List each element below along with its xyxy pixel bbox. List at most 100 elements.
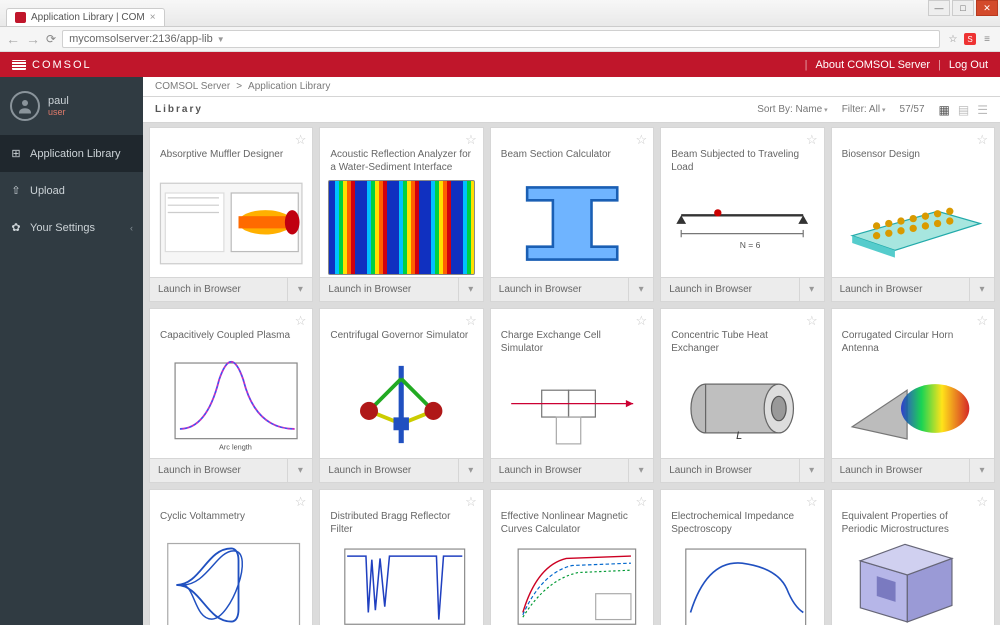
card-grid: ☆ Absorptive Muffler Designer Launch in …	[149, 127, 995, 625]
logo-icon	[12, 60, 26, 70]
launch-button[interactable]: Launch in Browser	[832, 277, 970, 301]
launch-button[interactable]: Launch in Browser	[832, 458, 970, 482]
launch-button[interactable]: Launch in Browser	[661, 458, 799, 482]
card-menu-icon[interactable]: ▾	[288, 458, 312, 482]
card-title: Acoustic Reflection Analyzer for a Water…	[320, 128, 482, 178]
card-menu-icon[interactable]: ▾	[800, 277, 824, 301]
launch-button[interactable]: Launch in Browser	[320, 277, 458, 301]
breadcrumb: COMSOL Server > Application Library	[143, 77, 1000, 97]
avatar	[10, 91, 40, 121]
url-dropdown-icon[interactable]: ▼	[217, 35, 225, 44]
forward-icon: →	[26, 31, 40, 47]
launch-button[interactable]: Launch in Browser	[150, 458, 288, 482]
launch-button[interactable]: Launch in Browser	[491, 458, 629, 482]
window-minimize-icon[interactable]: —	[928, 0, 950, 16]
favorite-icon[interactable]: ☆	[465, 313, 477, 329]
svg-text:Arc length: Arc length	[219, 443, 252, 452]
card-menu-icon[interactable]: ▾	[459, 458, 483, 482]
card-title: Electrochemical Impedance Spectroscopy	[661, 490, 823, 540]
sidebar-item-your-settings[interactable]: ✿ Your Settings ‹	[0, 209, 143, 246]
card-menu-icon[interactable]: ▾	[800, 458, 824, 482]
card-thumbnail[interactable]: N = 6	[661, 178, 823, 277]
launch-button[interactable]: Launch in Browser	[320, 458, 458, 482]
sidebar-item-application-library[interactable]: ⊞ Application Library	[0, 135, 143, 172]
card-thumbnail[interactable]	[150, 532, 312, 625]
card-menu-icon[interactable]: ▾	[970, 458, 994, 482]
extension-icon[interactable]: S	[964, 33, 976, 45]
card-menu-icon[interactable]: ▾	[288, 277, 312, 301]
reload-icon[interactable]: ⟳	[46, 32, 56, 46]
brand-text: COMSOL	[32, 59, 92, 71]
logout-link[interactable]: Log Out	[949, 59, 988, 71]
menu-icon[interactable]: ≡	[980, 32, 994, 46]
launch-button[interactable]: Launch in Browser	[661, 277, 799, 301]
app-card: ☆ Acoustic Reflection Analyzer for a Wat…	[319, 127, 483, 302]
url-input[interactable]: mycomsolserver:2136/app-lib ▼	[62, 30, 940, 48]
card-thumbnail[interactable]: L	[661, 359, 823, 458]
card-thumbnail[interactable]	[150, 170, 312, 277]
list-view-icon[interactable]: ☰	[977, 103, 988, 117]
favorite-icon[interactable]: ☆	[465, 132, 477, 148]
gear-icon: ✿	[10, 221, 22, 234]
brand-logo[interactable]: COMSOL	[12, 59, 92, 71]
card-thumbnail[interactable]	[832, 170, 994, 277]
card-thumbnail[interactable]	[320, 351, 482, 458]
back-icon[interactable]: ←	[6, 31, 20, 47]
sidebar-item-label: Your Settings	[30, 222, 95, 234]
favorite-icon[interactable]: ☆	[806, 494, 818, 510]
about-link[interactable]: About COMSOL Server	[815, 59, 930, 71]
app-card: ☆ Absorptive Muffler Designer Launch in …	[149, 127, 313, 302]
sidebar-item-upload[interactable]: ⇧ Upload	[0, 172, 143, 209]
card-thumbnail[interactable]: Arc length	[150, 351, 312, 458]
card-thumbnail[interactable]	[320, 178, 482, 277]
card-thumbnail[interactable]	[491, 359, 653, 458]
app-card: ☆ Beam Subjected to Traveling Load N = 6…	[660, 127, 824, 302]
user-block[interactable]: paul user	[0, 77, 143, 135]
favorite-icon[interactable]: ☆	[806, 132, 818, 148]
card-menu-icon[interactable]: ▾	[629, 458, 653, 482]
card-thumbnail[interactable]: Vacuum wavelength (nm)	[320, 540, 482, 625]
card-menu-icon[interactable]: ▾	[459, 277, 483, 301]
favorite-icon[interactable]: ☆	[295, 132, 307, 148]
grid-view-icon[interactable]: ▦	[939, 103, 950, 117]
sidebar-item-label: Application Library	[30, 148, 121, 160]
svg-text:N = 6: N = 6	[740, 240, 761, 250]
tab-close-icon[interactable]: ×	[150, 12, 156, 23]
app-card: ☆ Beam Section Calculator Launch in Brow…	[490, 127, 654, 302]
launch-button[interactable]: Launch in Browser	[491, 277, 629, 301]
card-menu-icon[interactable]: ▾	[970, 277, 994, 301]
app-card: ☆ Capacitively Coupled Plasma Arc length…	[149, 308, 313, 483]
user-role: user	[48, 107, 69, 117]
card-title: Corrugated Circular Horn Antenna	[832, 309, 994, 359]
card-thumbnail[interactable]	[491, 540, 653, 625]
card-thumbnail[interactable]	[661, 540, 823, 625]
card-thumbnail[interactable]	[832, 540, 994, 625]
favorite-icon[interactable]: ☆	[976, 132, 988, 148]
favorite-icon[interactable]: ☆	[465, 494, 477, 510]
filter-dropdown[interactable]: Filter: All	[842, 104, 886, 115]
launch-button[interactable]: Launch in Browser	[150, 277, 288, 301]
browser-tab[interactable]: Application Library | COM ×	[6, 8, 165, 26]
tile-view-icon[interactable]: ▤	[958, 103, 969, 117]
bookmark-icon[interactable]: ☆	[946, 32, 960, 46]
favorite-icon[interactable]: ☆	[636, 313, 648, 329]
favorite-icon[interactable]: ☆	[295, 494, 307, 510]
breadcrumb-root[interactable]: COMSOL Server	[155, 81, 230, 92]
tab-title: Application Library | COM	[31, 12, 145, 23]
favorite-icon[interactable]: ☆	[636, 132, 648, 148]
card-grid-scroll[interactable]: ☆ Absorptive Muffler Designer Launch in …	[143, 127, 1000, 625]
card-menu-icon[interactable]: ▾	[629, 277, 653, 301]
favorite-icon[interactable]: ☆	[976, 313, 988, 329]
favorite-icon[interactable]: ☆	[636, 494, 648, 510]
sort-dropdown[interactable]: Sort By: Name	[757, 104, 828, 115]
app-card: ☆ Electrochemical Impedance Spectroscopy	[660, 489, 824, 625]
card-thumbnail[interactable]	[832, 359, 994, 458]
favorite-icon[interactable]: ☆	[976, 494, 988, 510]
favorite-icon[interactable]: ☆	[806, 313, 818, 329]
window-maximize-icon[interactable]: □	[952, 0, 974, 16]
window-close-icon[interactable]: ✕	[976, 0, 998, 16]
app-header: COMSOL | About COMSOL Server | Log Out	[0, 52, 1000, 77]
card-thumbnail[interactable]	[491, 170, 653, 277]
favorite-icon[interactable]: ☆	[295, 313, 307, 329]
item-count: 57/57	[900, 104, 925, 115]
